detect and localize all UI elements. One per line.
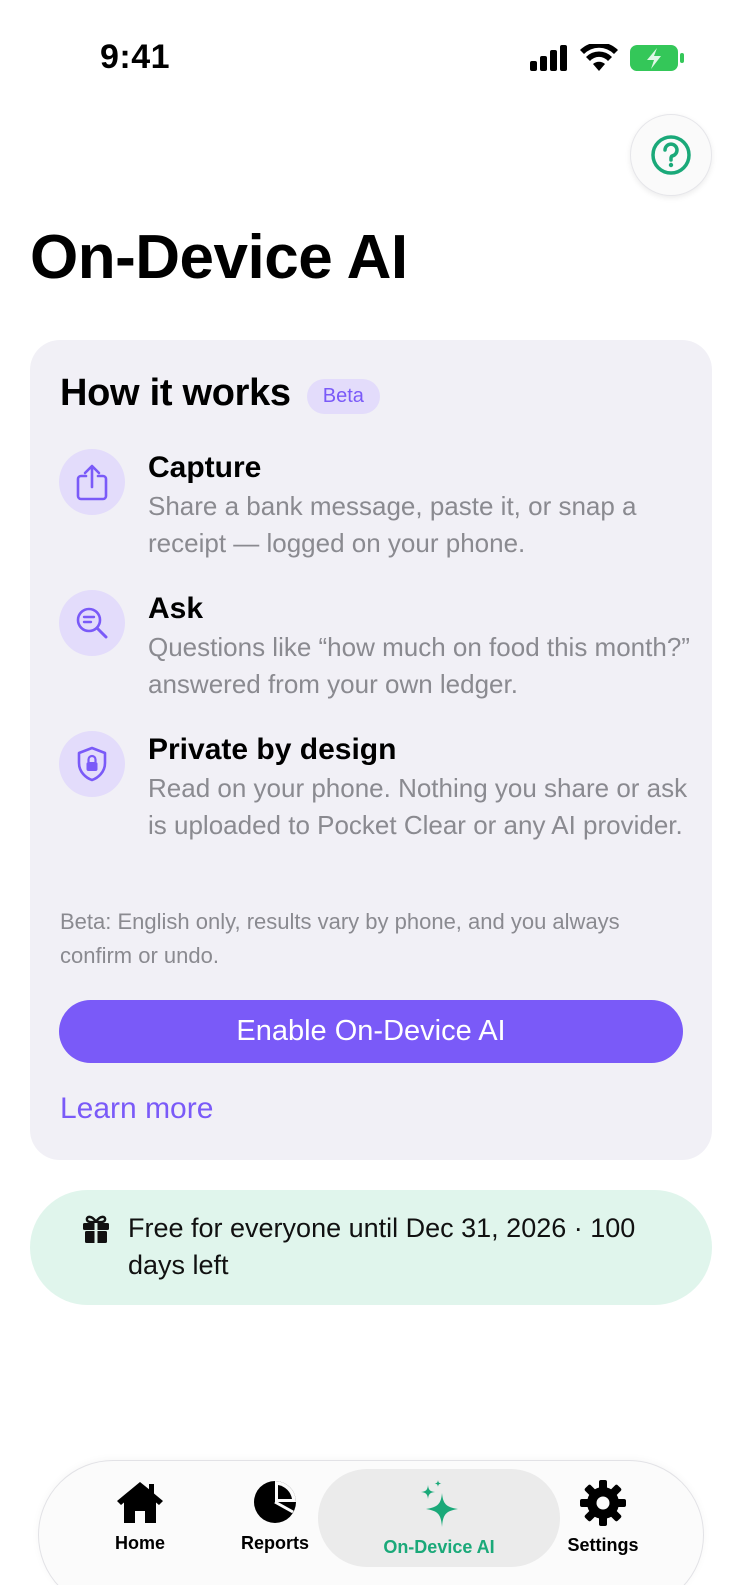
sparkles-icon [421, 1480, 458, 1527]
tab-label: Settings [567, 1535, 639, 1555]
status-time: 9:41 [100, 38, 171, 76]
feature-title: Capture [148, 451, 262, 484]
search-text-icon [76, 607, 108, 639]
home-icon [117, 1482, 163, 1523]
feature-icon-wrap [59, 731, 125, 797]
card-header: How it works Beta [60, 372, 380, 415]
wifi-icon [580, 44, 618, 71]
battery-charging-icon [630, 45, 684, 71]
shield-lock-icon [77, 746, 107, 782]
cellular-signal-icon [530, 45, 567, 71]
feature-text: Ask Questions like “how much on food thi… [148, 590, 693, 703]
share-upload-icon [76, 464, 108, 501]
feature-description: Read on your phone. Nothing you share or… [148, 773, 688, 840]
tab-label: On-Device AI [383, 1537, 495, 1557]
how-it-works-card: How it works Beta Capture Share a bank m… [30, 340, 712, 1160]
tab-bar: Home Reports On-Device AI Settings [38, 1460, 704, 1585]
status-bar: 9:41 [0, 0, 750, 110]
beta-badge: Beta [306, 379, 380, 414]
tab-home[interactable]: Home [80, 1479, 200, 1554]
feature-icon-wrap [59, 449, 125, 515]
tab-label: Home [114, 1533, 165, 1553]
feature-text: Private by design Read on your phone. No… [148, 731, 693, 844]
feature-text: Capture Share a bank message, paste it, … [148, 449, 693, 562]
feature-description: Questions like “how much on food this mo… [148, 632, 690, 699]
gift-icon [83, 1215, 109, 1243]
status-icons [530, 44, 684, 72]
tab-on-device-ai[interactable]: On-Device AI [379, 1479, 499, 1558]
pie-chart-icon [254, 1481, 296, 1523]
beta-note: Beta: English only, results vary by phon… [60, 909, 620, 968]
feature-title: Ask [148, 592, 204, 625]
feature-icon-wrap [59, 590, 125, 656]
enable-on-device-ai-button[interactable]: Enable On-Device AI [59, 1000, 683, 1063]
help-button[interactable] [630, 114, 712, 196]
feature-title: Private by design [148, 733, 397, 766]
question-circle-icon [651, 135, 691, 175]
learn-more-link[interactable]: Learn more [60, 1092, 213, 1126]
tab-settings[interactable]: Settings [543, 1479, 663, 1556]
promo-text: Free for everyone until Dec 31, 2026 · 1… [128, 1213, 636, 1280]
card-title: How it works [60, 372, 291, 414]
page-title: On-Device AI [30, 223, 408, 292]
gear-icon [580, 1480, 626, 1526]
tab-reports[interactable]: Reports [215, 1479, 335, 1554]
promo-banner: Free for everyone until Dec 31, 2026 · 1… [30, 1190, 712, 1305]
feature-description: Share a bank message, paste it, or snap … [148, 491, 637, 558]
tab-label: Reports [240, 1533, 309, 1553]
